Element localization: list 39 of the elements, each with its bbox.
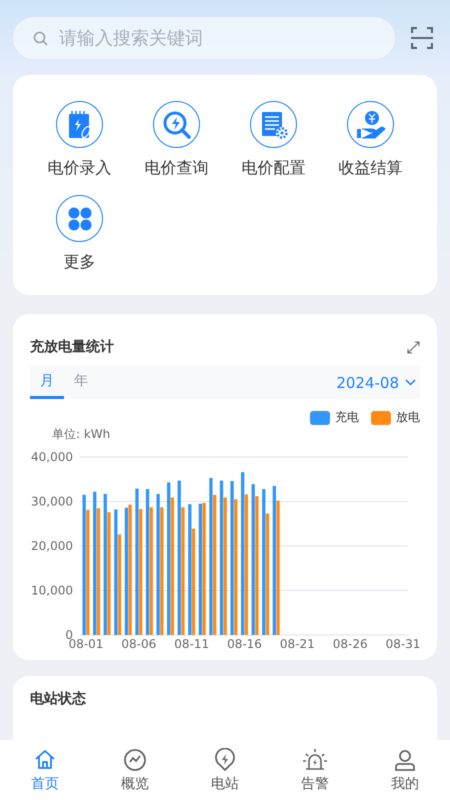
card-title: 充放电量统计 xyxy=(30,338,114,356)
bolt-pin-icon xyxy=(213,748,237,772)
shortcut-label[interactable]: 更多 xyxy=(64,252,96,273)
nav-tab[interactable]: 概览 xyxy=(90,740,180,800)
person-icon xyxy=(393,748,417,772)
card-title: 电站状态 xyxy=(30,691,86,707)
chevron-down-icon xyxy=(405,379,416,386)
period-tab[interactable]: 月 xyxy=(30,366,64,399)
shortcut-label[interactable]: 电价录入 xyxy=(48,158,112,179)
axis-label: 08-16 xyxy=(227,637,262,651)
nav-tab[interactable]: 首页 xyxy=(0,740,90,800)
trend-circle-icon xyxy=(123,748,147,772)
nav-tab[interactable]: 电站 xyxy=(180,740,270,800)
month-picker[interactable]: 2024-08 xyxy=(336,366,420,399)
expand-icon[interactable] xyxy=(407,340,420,354)
nav-tab[interactable]: 我的 xyxy=(360,740,450,800)
axis-label: 20,000 xyxy=(31,539,73,553)
unit-label: 单位: kWh xyxy=(52,427,110,441)
axis-label: 08-31 xyxy=(386,637,420,651)
search-icon xyxy=(33,31,48,46)
axis-label: 10,000 xyxy=(31,584,73,598)
search-bolt-icon[interactable] xyxy=(160,108,192,140)
home-icon xyxy=(33,748,57,772)
axis-label: 08-26 xyxy=(332,637,368,651)
siren-icon xyxy=(303,748,327,772)
coin-hand-icon[interactable] xyxy=(354,108,386,140)
axis-label: 08-21 xyxy=(280,637,315,651)
shortcut-label[interactable]: 收益结算 xyxy=(338,158,402,179)
axis-label: 40,000 xyxy=(31,450,73,464)
legend-label: 充电 xyxy=(335,409,359,426)
axis-label: 08-11 xyxy=(174,637,210,651)
scan-icon[interactable] xyxy=(411,27,433,49)
shortcut-label[interactable]: 电价查询 xyxy=(144,158,208,179)
nav-tab[interactable]: 告警 xyxy=(270,740,360,800)
axis-label: 08-06 xyxy=(121,637,156,651)
shortcut-label[interactable]: 电价配置 xyxy=(242,158,306,179)
axis-label: 30,000 xyxy=(31,494,73,508)
search-field[interactable]: 请输入搜索关键词 xyxy=(13,17,395,59)
legend-label: 放电 xyxy=(396,409,420,426)
